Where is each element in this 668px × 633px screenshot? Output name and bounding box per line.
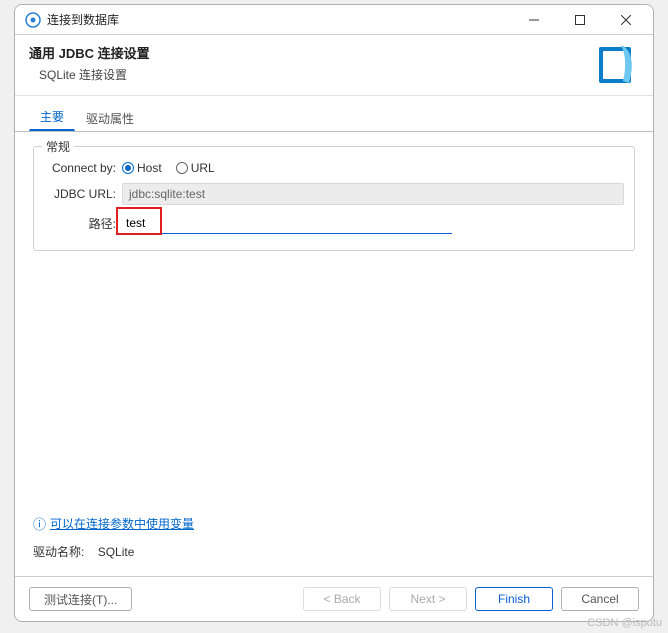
titlebar: 连接到数据库 xyxy=(15,5,653,35)
driver-name-value: SQLite xyxy=(98,545,135,559)
window-title: 连接到数据库 xyxy=(47,11,511,28)
sqlite-icon xyxy=(597,43,639,85)
back-button[interactable]: < Back xyxy=(303,587,381,611)
radio-icon xyxy=(176,162,188,174)
info-icon: ⓘ xyxy=(33,514,46,533)
app-icon xyxy=(25,12,41,28)
tab-bar: 主要 驱动属性 xyxy=(15,106,653,132)
watermark: CSDN @ispotu xyxy=(587,617,662,629)
tab-main[interactable]: 主要 xyxy=(29,103,75,131)
tab-driver-properties[interactable]: 驱动属性 xyxy=(75,105,145,131)
variables-help-link[interactable]: 可以在连接参数中使用变量 xyxy=(50,515,194,532)
path-input[interactable] xyxy=(122,213,452,234)
jdbc-url-label: JDBC URL: xyxy=(44,187,122,201)
close-button[interactable] xyxy=(603,6,649,34)
finish-button[interactable]: Finish xyxy=(475,587,553,611)
header-title: 通用 JDBC 连接设置 xyxy=(29,43,597,62)
connect-by-host-radio[interactable]: Host xyxy=(122,161,162,175)
radio-label: Host xyxy=(137,161,162,175)
dialog-header: 通用 JDBC 连接设置 SQLite 连接设置 xyxy=(15,35,653,96)
maximize-button[interactable] xyxy=(557,6,603,34)
dialog-content: 常规 Connect by: Host URL JDBC URL: jdbc:s… xyxy=(15,132,653,576)
connect-by-url-radio[interactable]: URL xyxy=(176,161,215,175)
path-label: 路径: xyxy=(44,215,122,232)
dialog-footer: 测试连接(T)... < Back Next > Finish Cancel xyxy=(15,576,653,621)
minimize-button[interactable] xyxy=(511,6,557,34)
fieldset-legend: 常规 xyxy=(42,138,74,155)
radio-icon xyxy=(122,162,134,174)
cancel-button[interactable]: Cancel xyxy=(561,587,639,611)
jdbc-url-value: jdbc:sqlite:test xyxy=(122,183,624,205)
driver-name-label: 驱动名称: xyxy=(33,545,84,559)
connect-by-label: Connect by: xyxy=(44,161,122,175)
dialog-window: 连接到数据库 通用 JDBC 连接设置 SQLite 连接设置 主要 驱动属性 … xyxy=(14,4,654,622)
next-button[interactable]: Next > xyxy=(389,587,467,611)
radio-label: URL xyxy=(191,161,215,175)
general-fieldset: 常规 Connect by: Host URL JDBC URL: jdbc:s… xyxy=(33,146,635,251)
test-connection-button[interactable]: 测试连接(T)... xyxy=(29,587,132,611)
header-subtitle: SQLite 连接设置 xyxy=(29,66,597,83)
